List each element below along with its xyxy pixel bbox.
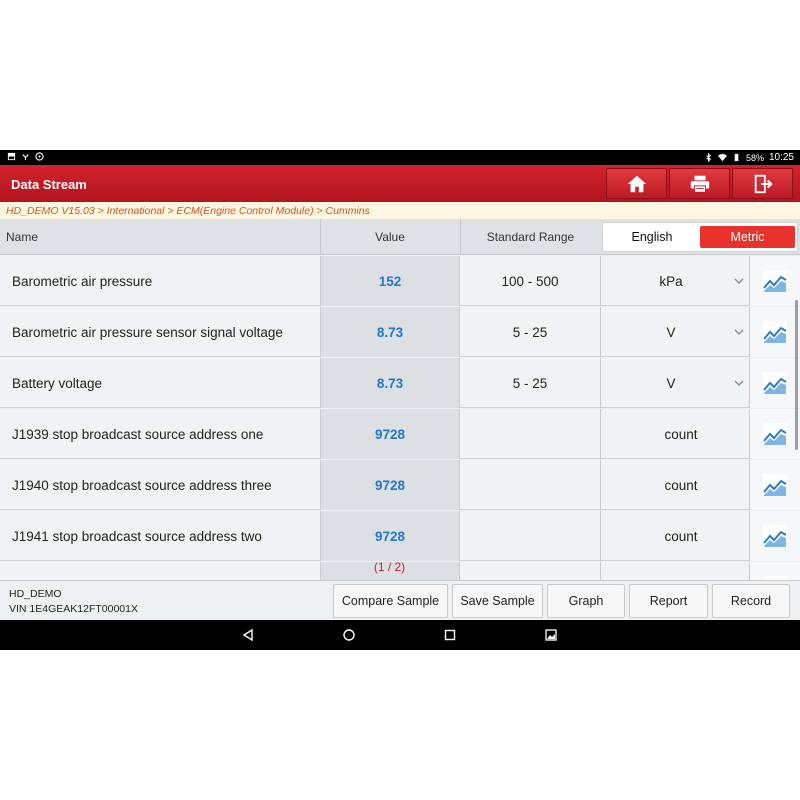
footer-bar: HD_DEMO VIN 1E4GEAK12FT00001X Compare Sa… <box>0 580 800 620</box>
page-indicator: (1 / 2) <box>373 560 406 574</box>
parameter-name: Barometric air pressure <box>12 273 153 289</box>
graph-toggle-button[interactable] <box>749 409 800 459</box>
standard-range: 5 - 25 <box>459 358 600 408</box>
standard-range: 5 - 25 <box>459 307 600 357</box>
graph-toggle-button[interactable] <box>749 358 800 408</box>
navigation-bar <box>0 620 800 650</box>
trend-chart-icon <box>763 321 787 343</box>
table-row[interactable]: J1939 stop broadcast source address one … <box>0 409 800 459</box>
exit-icon <box>754 174 773 193</box>
home-button[interactable] <box>606 168 667 199</box>
parameter-name: J1941 stop broadcast source address two <box>12 528 262 544</box>
title-bar: Data Stream <box>0 165 800 202</box>
unit-label: count <box>664 426 698 442</box>
unit-label: V <box>666 375 676 391</box>
chevron-down-icon <box>734 380 744 386</box>
trend-chart-icon <box>763 372 787 394</box>
trend-chart-icon <box>763 423 787 445</box>
image-notification-icon <box>7 152 16 161</box>
vehicle-vin: VIN 1E4GEAK12FT00001X <box>9 603 138 615</box>
header-standard-range: Standard Range <box>460 219 600 255</box>
unit-cell: count <box>600 511 749 561</box>
print-icon <box>690 175 709 193</box>
standard-range <box>459 562 600 580</box>
battery-percent: 58% <box>745 152 764 163</box>
trend-chart-icon <box>763 525 787 547</box>
data-table: Barometric air pressure 152 100 - 500 kP… <box>0 256 800 580</box>
parameter-value: 152 <box>320 256 459 306</box>
usb-debug-icon <box>22 154 29 161</box>
parameter-name: Barometric air pressure sensor signal vo… <box>12 324 283 340</box>
recent-apps-icon[interactable] <box>443 628 457 642</box>
unit-dropdown[interactable]: V <box>600 358 749 408</box>
breadcrumb: HD_DEMO V15.03 > International > ECM(Eng… <box>0 202 800 219</box>
status-bar: 58% 10:25 <box>0 150 800 165</box>
vehicle-info: HD_DEMO VIN 1E4GEAK12FT00001X <box>9 587 138 617</box>
graph-button[interactable]: Graph <box>547 584 625 618</box>
parameter-value: 9728 <box>320 460 459 510</box>
graph-toggle-button[interactable] <box>749 460 800 510</box>
header-name: Name <box>6 230 39 244</box>
vehicle-name: HD_DEMO <box>9 588 62 600</box>
table-row[interactable]: J1940 stop broadcast source address thre… <box>0 460 800 510</box>
unit-label: V <box>666 324 676 340</box>
back-icon[interactable] <box>241 628 255 642</box>
parameter-name <box>0 562 320 580</box>
record-button[interactable]: Record <box>712 584 790 618</box>
unit-label: kPa <box>659 273 683 289</box>
table-header: Name Value Standard Range English Metric <box>0 219 800 255</box>
unit-dropdown[interactable]: kPa <box>600 256 749 306</box>
report-button[interactable]: Report <box>629 584 708 618</box>
clock: 10:25 <box>768 152 794 163</box>
table-row[interactable]: J1941 stop broadcast source address two … <box>0 511 800 561</box>
unit-toggle: English Metric <box>602 222 798 252</box>
parameter-value: 9728 <box>320 511 459 561</box>
scrollbar[interactable] <box>795 300 798 450</box>
metric-units-option[interactable]: Metric <box>700 226 795 248</box>
graph-toggle-button[interactable] <box>749 307 800 357</box>
standard-range: 100 - 500 <box>459 256 600 306</box>
page-title: Data Stream <box>11 177 87 192</box>
home-nav-icon[interactable] <box>342 628 356 642</box>
compare-sample-button[interactable]: Compare Sample <box>333 584 448 618</box>
graph-toggle-button[interactable] <box>749 511 800 561</box>
home-icon <box>627 175 646 192</box>
unit-label: count <box>664 528 698 544</box>
parameter-value: 8.73 <box>320 307 459 357</box>
table-row[interactable]: Battery voltage 8.73 5 - 25 V <box>0 358 800 408</box>
tablet-screen: 58% 10:25 Data Stream HD_DEMO V15.03 > I… <box>0 150 800 650</box>
header-value: Value <box>320 219 459 255</box>
english-units-option[interactable]: English <box>603 223 701 251</box>
bluetooth-icon <box>706 153 711 162</box>
graph-toggle-button[interactable] <box>749 562 800 580</box>
parameter-value: 9728 <box>320 409 459 459</box>
screenshot-icon[interactable] <box>544 628 558 642</box>
unit-label: count <box>664 477 698 493</box>
unit-cell: count <box>600 460 749 510</box>
standard-range <box>459 460 600 510</box>
standard-range <box>459 511 600 561</box>
chevron-down-icon <box>734 278 744 284</box>
graph-toggle-button[interactable] <box>749 256 800 306</box>
standard-range <box>459 409 600 459</box>
steering-wheel-icon <box>35 152 44 161</box>
table-row[interactable]: Barometric air pressure 152 100 - 500 kP… <box>0 256 800 306</box>
exit-button[interactable] <box>732 168 793 199</box>
wifi-icon <box>717 153 727 162</box>
parameter-value: 8.73 <box>320 358 459 408</box>
parameter-name: J1940 stop broadcast source address thre… <box>12 477 272 493</box>
unit-dropdown[interactable]: V <box>600 307 749 357</box>
table-row[interactable]: Barometric air pressure sensor signal vo… <box>0 307 800 357</box>
trend-chart-icon <box>763 474 787 496</box>
chevron-down-icon <box>734 329 744 335</box>
save-sample-button[interactable]: Save Sample <box>452 584 543 618</box>
parameter-name: J1939 stop broadcast source address one <box>12 426 264 442</box>
unit-cell <box>600 562 749 580</box>
parameter-name: Battery voltage <box>12 375 103 391</box>
unit-cell: count <box>600 409 749 459</box>
battery-icon <box>734 153 739 162</box>
print-button[interactable] <box>669 168 730 199</box>
trend-chart-icon <box>763 270 787 292</box>
